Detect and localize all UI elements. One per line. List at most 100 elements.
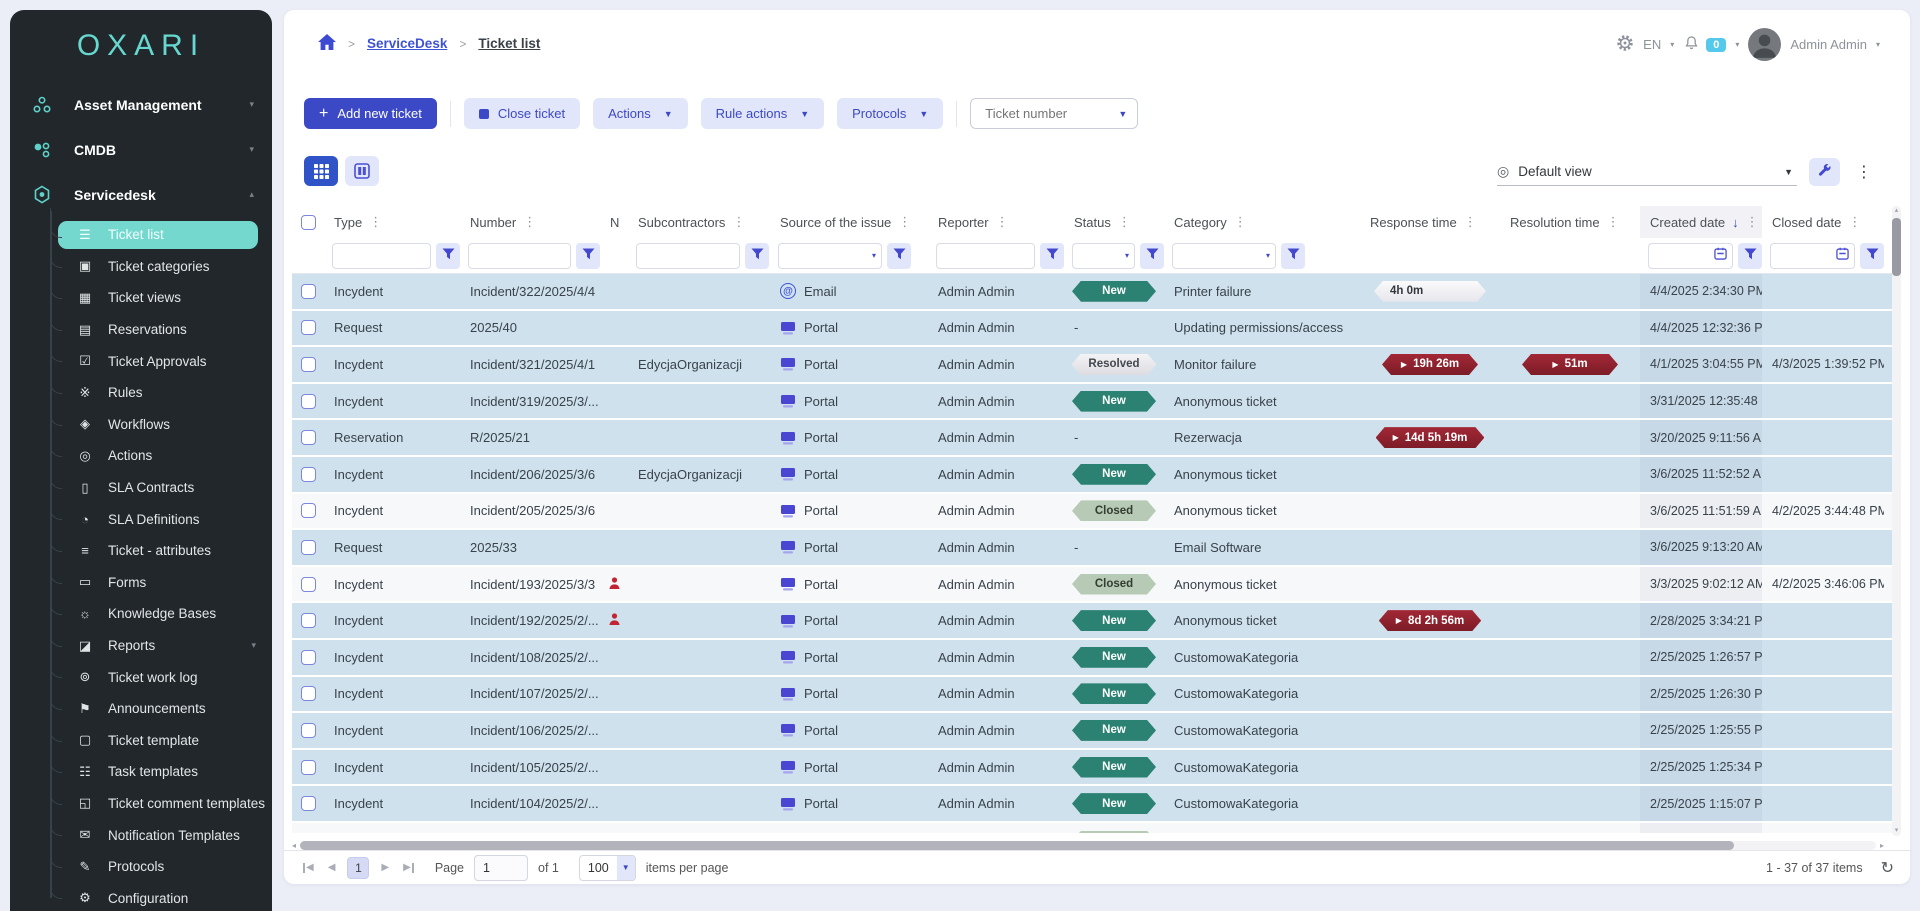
settings-gear-icon[interactable] bbox=[1616, 34, 1634, 55]
table-row[interactable]: IncydentIncident/107/2025/2/...PortalAdm… bbox=[292, 677, 1892, 714]
filter-input-closed[interactable] bbox=[1770, 243, 1855, 269]
page-number-input[interactable] bbox=[474, 855, 528, 881]
row-checkbox[interactable] bbox=[301, 320, 316, 335]
filter-funnel-button[interactable] bbox=[1281, 243, 1305, 269]
view-selector[interactable]: ◎ Default view ▼ bbox=[1497, 159, 1797, 186]
column-menu-icon[interactable]: ⋮ bbox=[1464, 214, 1477, 230]
filter-input-source[interactable]: ▾ bbox=[778, 243, 882, 269]
table-row[interactable]: Request2025/33PortalAdmin Admin-Email So… bbox=[292, 530, 1892, 567]
filter-funnel-button[interactable] bbox=[1140, 243, 1164, 269]
row-checkbox[interactable] bbox=[301, 650, 316, 665]
row-checkbox[interactable] bbox=[301, 284, 316, 299]
current-page-button[interactable]: 1 bbox=[347, 857, 369, 879]
vertical-scrollbar[interactable]: ▴ ▾ bbox=[1892, 206, 1901, 836]
refresh-icon[interactable]: ↻ bbox=[1881, 858, 1894, 878]
column-menu-icon[interactable]: ⋮ bbox=[369, 214, 382, 230]
filter-input-number[interactable] bbox=[468, 243, 571, 269]
next-page-button[interactable]: ▶ bbox=[379, 862, 391, 873]
last-page-button[interactable]: ▶ bbox=[401, 862, 417, 873]
breadcrumb-ticket-list[interactable]: Ticket list bbox=[478, 36, 540, 51]
filter-input-created[interactable] bbox=[1648, 243, 1733, 269]
row-checkbox[interactable] bbox=[301, 796, 316, 811]
scroll-down-icon[interactable]: ▾ bbox=[1895, 826, 1899, 836]
vertical-scroll-thumb[interactable] bbox=[1892, 218, 1901, 276]
filter-input-category[interactable]: ▾ bbox=[1172, 243, 1276, 269]
column-menu-icon[interactable]: ⋮ bbox=[1848, 214, 1861, 230]
column-menu-icon[interactable]: ⋮ bbox=[996, 214, 1009, 230]
scroll-up-icon[interactable]: ▴ bbox=[1895, 206, 1899, 216]
language-selector[interactable]: EN bbox=[1643, 37, 1661, 52]
filter-funnel-button[interactable] bbox=[576, 243, 600, 269]
filter-funnel-button[interactable] bbox=[1738, 243, 1762, 269]
close-ticket-button[interactable]: Close ticket bbox=[464, 98, 580, 129]
table-row[interactable]: IncydentIncident/205/2025/3/6PortalAdmin… bbox=[292, 494, 1892, 531]
filter-input-type[interactable] bbox=[332, 243, 431, 269]
breadcrumb-servicedesk[interactable]: ServiceDesk bbox=[367, 36, 447, 51]
table-row[interactable]: IncydentIncident/319/2025/3/...PortalAdm… bbox=[292, 384, 1892, 421]
ticket-number-input[interactable] bbox=[983, 105, 1118, 122]
view-settings-button[interactable] bbox=[1809, 158, 1840, 186]
sidebar-item-ticket-list[interactable]: ☰Ticket list bbox=[58, 221, 258, 249]
sidebar-section-asset-management[interactable]: Asset Management ▾ bbox=[10, 82, 272, 127]
kanban-view-button[interactable] bbox=[345, 156, 379, 186]
first-page-button[interactable]: ◀ bbox=[300, 862, 316, 873]
filter-funnel-button[interactable] bbox=[1040, 243, 1064, 269]
add-new-ticket-button[interactable]: + Add new ticket bbox=[304, 98, 437, 129]
row-checkbox[interactable] bbox=[301, 723, 316, 738]
avatar[interactable] bbox=[1748, 28, 1781, 61]
table-row[interactable]: IncydentIncident/206/2025/3/6EdycjaOrgan… bbox=[292, 457, 1892, 494]
column-menu-icon[interactable]: ⋮ bbox=[898, 214, 911, 230]
filter-input-status[interactable]: ▾ bbox=[1072, 243, 1135, 269]
row-checkbox[interactable] bbox=[301, 467, 316, 482]
table-row[interactable] bbox=[292, 823, 1892, 833]
filter-input-subcontractors[interactable] bbox=[636, 243, 740, 269]
horizontal-scrollbar[interactable]: ◂ ▸ bbox=[292, 840, 1884, 850]
user-name[interactable]: Admin Admin bbox=[1790, 37, 1867, 52]
table-row[interactable]: IncydentIncident/193/2025/3/3PortalAdmin… bbox=[292, 567, 1892, 604]
filter-funnel-button[interactable] bbox=[887, 243, 911, 269]
table-row[interactable]: IncydentIncident/106/2025/2/...PortalAdm… bbox=[292, 713, 1892, 750]
row-checkbox[interactable] bbox=[301, 613, 316, 628]
table-row[interactable]: Request2025/40PortalAdmin Admin-Updating… bbox=[292, 311, 1892, 348]
table-row[interactable]: IncydentIncident/105/2025/2/...PortalAdm… bbox=[292, 750, 1892, 787]
notification-count-badge[interactable]: 0 bbox=[1706, 38, 1726, 52]
row-checkbox[interactable] bbox=[301, 540, 316, 555]
column-menu-icon[interactable]: ⋮ bbox=[523, 214, 536, 230]
grid-view-button[interactable] bbox=[304, 156, 338, 186]
previous-page-button[interactable]: ◀ bbox=[326, 862, 338, 873]
filter-funnel-button[interactable] bbox=[1860, 243, 1884, 269]
row-checkbox[interactable] bbox=[301, 430, 316, 445]
table-row[interactable]: IncydentIncident/192/2025/2/...PortalAdm… bbox=[292, 603, 1892, 640]
sidebar-item-configuration[interactable]: ⚙Configuration bbox=[10, 882, 272, 911]
table-row[interactable]: IncydentIncident/322/2025/4/4@EmailAdmin… bbox=[292, 274, 1892, 311]
sidebar-section-cmdb[interactable]: CMDB ▾ bbox=[10, 127, 272, 172]
table-row[interactable]: IncydentIncident/108/2025/2/...PortalAdm… bbox=[292, 640, 1892, 677]
row-checkbox[interactable] bbox=[301, 686, 316, 701]
column-menu-icon[interactable]: ⋮ bbox=[1746, 214, 1759, 230]
chevron-down-icon[interactable]: ▾ bbox=[1670, 40, 1674, 49]
rule-actions-button[interactable]: Rule actions ▼ bbox=[701, 98, 824, 129]
home-icon[interactable] bbox=[318, 34, 336, 53]
column-menu-icon[interactable]: ⋮ bbox=[1234, 214, 1247, 230]
row-checkbox[interactable] bbox=[301, 394, 316, 409]
more-options-icon[interactable]: ⋮ bbox=[1852, 162, 1876, 182]
items-per-page-select[interactable]: 100 ▼ bbox=[579, 855, 636, 881]
column-menu-icon[interactable]: ⋮ bbox=[1607, 214, 1620, 230]
chevron-down-icon[interactable]: ▾ bbox=[1735, 40, 1739, 49]
filter-funnel-button[interactable] bbox=[745, 243, 769, 269]
scroll-left-icon[interactable]: ◂ bbox=[292, 841, 300, 850]
bell-icon[interactable] bbox=[1683, 34, 1700, 55]
column-menu-icon[interactable]: ⋮ bbox=[732, 214, 745, 230]
row-checkbox[interactable] bbox=[301, 577, 316, 592]
row-checkbox[interactable] bbox=[301, 760, 316, 775]
row-checkbox[interactable] bbox=[301, 503, 316, 518]
protocols-button[interactable]: Protocols ▼ bbox=[837, 98, 943, 129]
ticket-number-combobox[interactable]: ▼ bbox=[970, 98, 1138, 129]
row-checkbox[interactable] bbox=[301, 357, 316, 372]
filter-funnel-button[interactable] bbox=[436, 243, 460, 269]
scroll-right-icon[interactable]: ▸ bbox=[1876, 841, 1884, 850]
actions-button[interactable]: Actions ▼ bbox=[593, 98, 688, 129]
table-row[interactable]: IncydentIncident/321/2025/4/1EdycjaOrgan… bbox=[292, 347, 1892, 384]
horizontal-scroll-thumb[interactable] bbox=[300, 841, 1734, 850]
table-row[interactable]: IncydentIncident/104/2025/2/...PortalAdm… bbox=[292, 786, 1892, 823]
